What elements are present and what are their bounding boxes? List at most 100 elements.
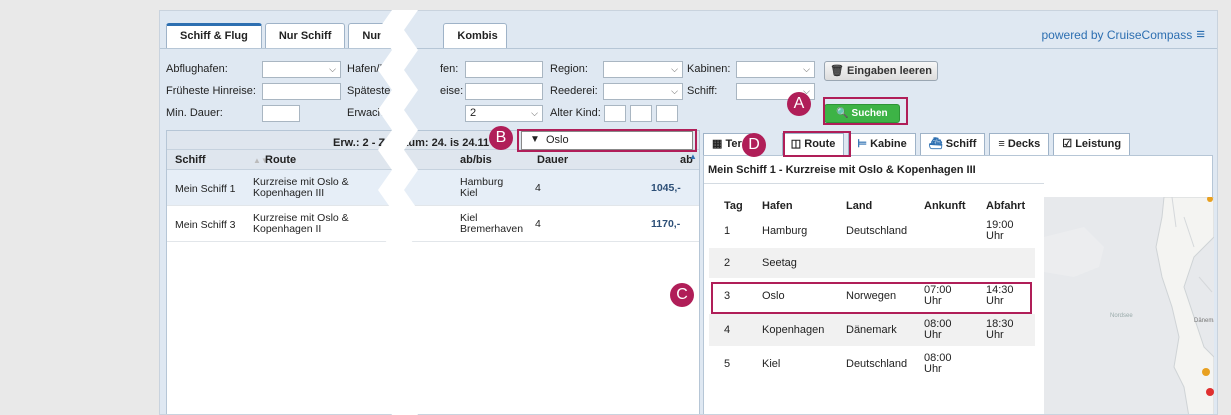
tab-termine-label: Ter — [725, 138, 742, 150]
highlight-filter — [517, 129, 697, 152]
route-tag: 5 — [724, 358, 731, 370]
hafen-label-partial: fen: — [440, 63, 459, 75]
route-hafen: Kiel — [762, 358, 781, 370]
result-duration: 4 — [535, 182, 541, 194]
trash-icon: 🗑 — [829, 65, 844, 77]
marker-c: C — [670, 283, 694, 307]
clear-button-label: Eingaben leeren — [847, 65, 932, 77]
child-age-input-1[interactable] — [604, 105, 626, 122]
result-price: 1045,- — [651, 182, 681, 194]
result-ship: Mein Schiff 3 — [175, 219, 236, 231]
tab-nur-schiff[interactable]: Nur Schiff — [264, 23, 346, 48]
marker-d: D — [742, 133, 766, 157]
route-row: 4 Kopenhagen Dänemark 08:00 Uhr 18:30 Uh… — [709, 314, 1035, 346]
map-label-daenemark: Dänemar — [1194, 318, 1214, 324]
col-land: Land — [846, 200, 873, 212]
main-tabs: Schiff & Flug Nur Schiff Nur Fl Kombis — [166, 23, 510, 48]
min-dauer-input[interactable] — [262, 105, 300, 122]
list-icon: ≡ — [998, 138, 1005, 150]
result-ship: Mein Schiff 1 — [175, 183, 236, 195]
col-hafen: Hafen — [762, 200, 793, 212]
route-title: Mein Schiff 1 - Kurzreise mit Oslo & Kop… — [708, 164, 976, 176]
ship-icon: ⛴ — [928, 138, 943, 150]
tab-kabine-label: Kabine — [870, 138, 907, 150]
schiff-label: Schiff: — [687, 85, 718, 97]
child-age-input-3[interactable] — [656, 105, 678, 122]
marker-b: B — [489, 126, 513, 150]
reederei-select[interactable]: ⌵ — [603, 83, 683, 100]
route-tag: 2 — [724, 257, 731, 269]
col-route[interactable]: Route — [265, 154, 296, 166]
powered-by-label: powered by CruiseCompass — [1041, 27, 1193, 42]
route-land: Deutschland — [846, 358, 908, 370]
result-duration: 4 — [535, 218, 541, 230]
tab-decks[interactable]: ≡ Decks — [989, 133, 1050, 155]
route-land: Dänemark — [846, 324, 897, 336]
calendar-icon: ▦ — [712, 138, 723, 150]
route-row: 5 Kiel Deutschland 08:00 Uhr — [709, 348, 1035, 380]
route-hafen: Seetag — [762, 257, 797, 269]
route-tag: 4 — [724, 324, 731, 336]
search-form: Abflughafen: ⌵ Hafen/Zi fen: Region: ⌵ K… — [160, 48, 1217, 130]
tab-kabine[interactable]: ⊨ Kabine — [848, 133, 916, 155]
frueheste-hinreise-input[interactable] — [262, 83, 341, 100]
route-abfahrt-unit: Uhr — [986, 329, 1004, 341]
tab-kombis[interactable]: Kombis — [443, 23, 508, 48]
highlight-route-tab — [783, 131, 851, 157]
title-divider — [704, 183, 1044, 184]
tab-schiff-flug[interactable]: Schiff & Flug — [166, 23, 262, 48]
route-map[interactable]: Nordsee Dänemar — [1044, 197, 1214, 414]
checkbox-icon: ☑ — [1062, 138, 1073, 150]
col-dauer[interactable]: Dauer — [537, 154, 568, 166]
region-select[interactable]: ⌵ — [603, 61, 683, 78]
alter-kind-label: Alter Kind: — [550, 107, 601, 119]
col-tag: Tag — [724, 200, 743, 212]
result-price: 1170,- — [651, 218, 681, 230]
tab-decks-label: Decks — [1007, 138, 1041, 150]
col-abfahrt: Abfahrt — [986, 200, 1026, 212]
highlight-oslo-row — [711, 282, 1032, 314]
abflughafen-label: Abflughafen: — [166, 63, 228, 75]
tab-schiff-label: Schiff — [945, 138, 977, 150]
route-hafen: Kopenhagen — [762, 324, 825, 336]
booking-widget: Schiff & Flug Nur Schiff Nur Fl Kombis p… — [159, 10, 1218, 415]
route-abfahrt-unit: Uhr — [986, 230, 1004, 242]
route-ankunft-unit: Uhr — [924, 329, 942, 341]
col-schiff[interactable]: Schiff — [175, 154, 206, 166]
route-row: 1 Hamburg Deutschland 19:00 Uhr — [709, 215, 1035, 246]
route-row: 2 Seetag — [709, 248, 1035, 278]
menu-icon[interactable]: ≡ — [1196, 26, 1205, 43]
clear-inputs-button[interactable]: 🗑 Eingaben leeren — [824, 61, 938, 81]
marker-a: A — [787, 92, 811, 116]
bed-icon: ⊨ — [857, 138, 868, 150]
adults-value: 2 — [470, 107, 477, 119]
tear-separator — [378, 10, 418, 415]
route-tag: 1 — [724, 225, 731, 237]
detail-panel: ▦ Ter ◫ Route ⊨ Kabine ⛴ Schiff ≡ Decks … — [703, 130, 1214, 414]
adults-select[interactable]: 2 ⌵ — [465, 105, 543, 122]
spaeteste-rueckreise-input[interactable] — [465, 83, 543, 100]
reederei-label: Reederei: — [550, 85, 598, 97]
hafen-input[interactable] — [465, 61, 543, 78]
abflughafen-select[interactable]: ⌵ — [262, 61, 341, 78]
svg-text:Nordsee: Nordsee — [1110, 313, 1133, 319]
frueheste-hinreise-label: Früheste Hinreise: — [166, 85, 256, 97]
route-hafen: Hamburg — [762, 225, 808, 237]
highlight-search — [823, 97, 908, 125]
powered-by[interactable]: powered by CruiseCompass ≡ — [1042, 26, 1206, 43]
result-port-to: Bremerhaven — [460, 223, 524, 235]
region-label: Region: — [550, 63, 588, 75]
result-route-line2: Kopenhagen II — [253, 223, 322, 235]
child-age-input-2[interactable] — [630, 105, 652, 122]
tab-leistung[interactable]: ☑ Leistung — [1053, 133, 1131, 155]
map-graphic: Nordsee Dänemar — [1044, 197, 1214, 414]
kabinen-label: Kabinen: — [687, 63, 731, 75]
tab-schiff[interactable]: ⛴ Schiff — [919, 133, 986, 155]
detail-tabs: ▦ Ter ◫ Route ⊨ Kabine ⛴ Schiff ≡ Decks … — [703, 133, 1134, 155]
col-abbis[interactable]: ab/bis — [460, 154, 492, 166]
result-route-line2: Kopenhagen III — [253, 187, 325, 199]
col-ankunft: Ankunft — [924, 200, 966, 212]
kabinen-select[interactable]: ⌵ — [736, 61, 815, 78]
sort-asc-icon: ▲ — [689, 152, 697, 161]
tab-leistung-label: Leistung — [1075, 138, 1122, 150]
